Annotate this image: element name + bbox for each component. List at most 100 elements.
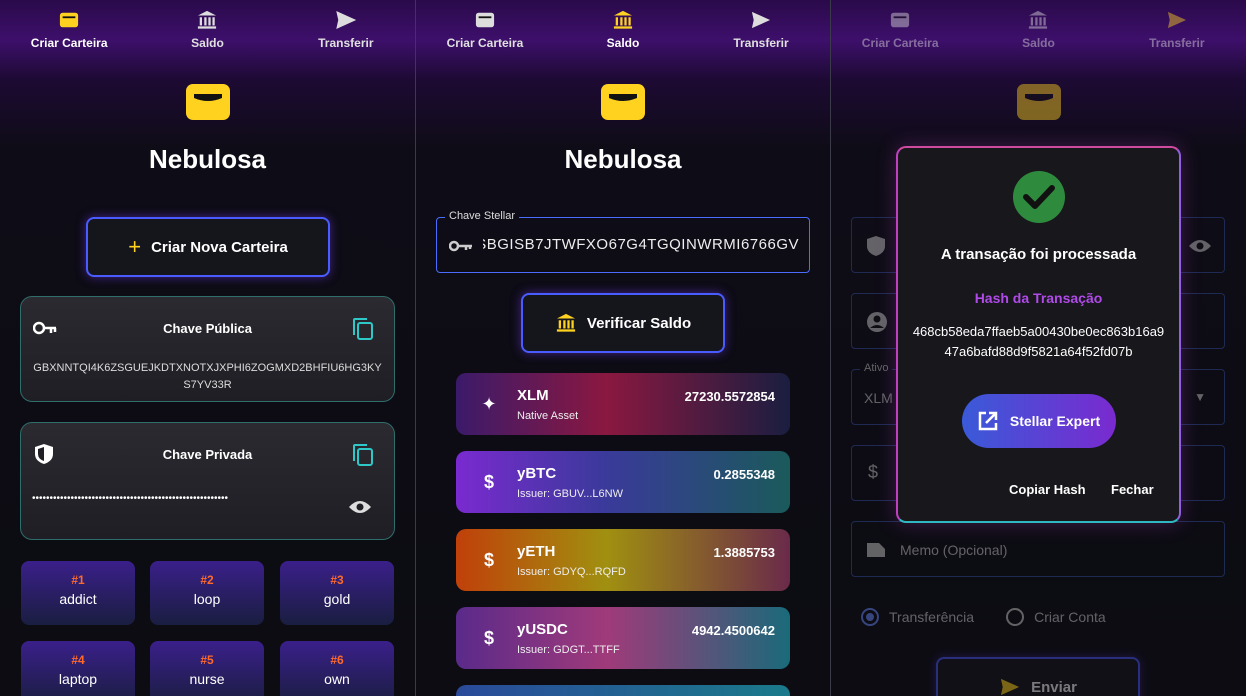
asset-amount: 27230.5572854 <box>684 389 775 404</box>
hash-label: Hash da Transação <box>974 290 1103 306</box>
mnemonic-word: #6 own <box>280 641 394 696</box>
bank-icon <box>556 313 575 332</box>
radio-transfer[interactable] <box>861 608 879 626</box>
eye-icon[interactable] <box>348 499 372 515</box>
memo-placeholder: Memo (Opcional) <box>900 542 1008 558</box>
asset-card-partial <box>456 685 790 696</box>
word-number: #3 <box>330 573 344 587</box>
app-title: Nebulosa <box>564 144 682 174</box>
mnemonic-word: #2 loop <box>150 561 264 625</box>
bottom-nav: Criar Carteira Saldo Transferir <box>831 0 1246 62</box>
tab-transfer[interactable]: Transferir <box>277 0 415 62</box>
public-key-title: Chave Pública <box>163 321 252 336</box>
private-key-masked: ••••••••••••••••••••••••••••••••••••••••… <box>32 493 229 504</box>
asset-card-ybtc: $ yBTC Issuer: GBUV...L6NW 0.2855348 <box>456 451 790 513</box>
check-circle-icon <box>1013 171 1065 223</box>
mnemonic-word: #3 gold <box>280 561 394 625</box>
word-text: gold <box>323 591 351 607</box>
radio-transfer-label: Transferência <box>889 609 975 625</box>
plus-icon: + <box>128 234 142 259</box>
eye-icon[interactable] <box>1188 238 1212 254</box>
send-icon <box>751 11 771 29</box>
nav-label: Saldo <box>606 36 640 50</box>
transaction-modal: A transação foi processada Hash da Trans… <box>896 146 1181 523</box>
send-button[interactable]: Enviar <box>936 657 1140 696</box>
asset-symbol: yETH <box>517 543 556 560</box>
wallet-logo-icon <box>1016 84 1061 120</box>
sparkle-icon: ✦ <box>481 394 497 414</box>
wallet-logo-icon <box>601 84 645 120</box>
tab-balance[interactable]: Saldo <box>969 0 1107 62</box>
shield-icon <box>867 236 885 256</box>
word-number: #6 <box>330 653 344 667</box>
copy-hash-button[interactable]: Copiar Hash <box>1009 482 1086 497</box>
dollar-icon: $ <box>483 472 494 492</box>
nav-label: Transferir <box>318 36 374 50</box>
mnemonic-word: #4 laptop <box>21 641 135 696</box>
chevron-down-icon: ▼ <box>1194 390 1206 404</box>
nav-label: Transferir <box>733 36 789 50</box>
asset-subtitle: Issuer: GDYQ...RQFD <box>517 566 626 578</box>
wallet-icon <box>475 12 495 28</box>
close-button[interactable]: Fechar <box>1111 482 1154 497</box>
mnemonic-word: #1 addict <box>21 561 135 625</box>
stellar-expert-button[interactable]: Stellar Expert <box>962 394 1116 448</box>
copy-icon[interactable] <box>352 443 374 467</box>
stellar-key-field[interactable]: Chave Stellar SBGISB7JTWFXO67G4TGQINWRMI… <box>436 210 810 273</box>
nav-label: Saldo <box>1022 36 1055 50</box>
bank-icon <box>198 10 217 29</box>
dollar-icon: $ <box>483 628 494 648</box>
tab-balance[interactable]: Saldo <box>138 0 276 62</box>
bank-icon <box>1029 10 1048 29</box>
radio-create-label: Criar Conta <box>1034 609 1106 625</box>
tab-transfer[interactable]: Transferir <box>1108 0 1246 62</box>
radio-create-account[interactable] <box>1006 608 1025 626</box>
check-balance-button[interactable]: Verificar Saldo <box>521 293 725 353</box>
mnemonic-word: #5 nurse <box>150 641 264 696</box>
app-title: Nebulosa <box>148 144 267 174</box>
tab-create-wallet[interactable]: Criar Carteira <box>0 0 138 62</box>
account-icon <box>867 312 887 332</box>
radio-group: Transferência Criar Conta <box>861 608 1106 626</box>
tab-create-wallet[interactable]: Criar Carteira <box>416 0 554 62</box>
key-icon <box>449 240 472 252</box>
word-number: #1 <box>71 573 85 587</box>
asset-subtitle: Issuer: GBUV...L6NW <box>517 488 623 500</box>
tab-balance[interactable]: Saldo <box>554 0 692 62</box>
nav-label: Criar Carteira <box>861 36 939 50</box>
word-text: nurse <box>189 671 225 687</box>
nav-label: Criar Carteira <box>30 36 108 50</box>
note-icon <box>867 543 885 557</box>
word-text: addict <box>59 591 97 607</box>
dollar-icon: $ <box>483 550 494 570</box>
memo-field[interactable]: Memo (Opcional) <box>851 521 1225 577</box>
asset-symbol: yBTC <box>517 465 557 482</box>
dollar-icon: $ <box>868 462 879 482</box>
asset-subtitle: Issuer: GDGT...TTFF <box>517 644 620 656</box>
asset-amount: 4942.4500642 <box>691 623 775 638</box>
tab-transfer[interactable]: Transferir <box>692 0 830 62</box>
check-balance-label: Verificar Saldo <box>586 314 692 332</box>
word-text: loop <box>193 591 221 607</box>
wallet-icon <box>60 12 79 28</box>
stellar-key-value[interactable]: SBGISB7JTWFXO67G4TGQINWRMI6766GV <box>483 236 799 253</box>
asset-amount: 1.3885753 <box>713 545 775 560</box>
tab-create-wallet[interactable]: Criar Carteira <box>831 0 969 62</box>
create-wallet-screen: Criar Carteira Saldo Transferir Nebulosa… <box>0 0 415 696</box>
send-icon <box>336 11 357 29</box>
create-wallet-button[interactable]: + Criar Nova Carteira <box>86 217 330 277</box>
word-text: own <box>324 671 350 687</box>
wallet-logo-icon <box>185 84 230 120</box>
send-label: Enviar <box>1031 678 1077 696</box>
copy-icon[interactable] <box>352 317 374 341</box>
nav-label: Saldo <box>191 36 224 50</box>
modal-title: A transação foi processada <box>940 246 1137 263</box>
public-key-card: Chave Pública GBXNNTQI4K6ZSGUEJKDTXNOTXJ… <box>20 296 395 402</box>
asset-subtitle: Native Asset <box>517 410 579 422</box>
hash-value[interactable]: 468cb58eda7ffaeb5a00430be0ec863b16a947a6… <box>912 322 1165 362</box>
create-wallet-label: Criar Nova Carteira <box>151 238 288 256</box>
bank-icon <box>613 10 633 29</box>
asset-card-xlm: ✦ XLM Native Asset 27230.5572854 <box>456 373 790 435</box>
bottom-nav: Criar Carteira Saldo Transferir <box>416 0 830 62</box>
public-key-value: GBXNNTQI4K6ZSGUEJKDTXNOTXJXPHI6ZOGMXD2BH… <box>33 362 382 391</box>
